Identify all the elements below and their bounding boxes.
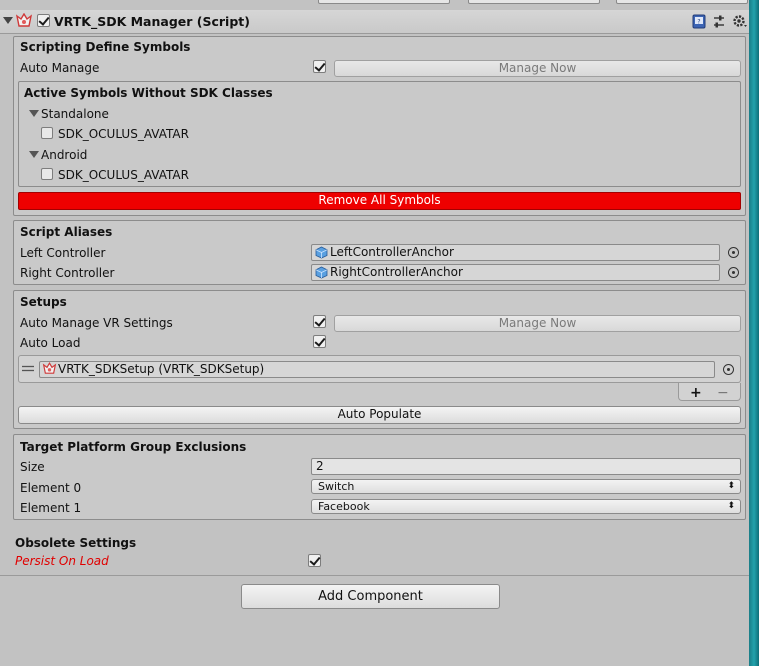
foldout-arrow-icon[interactable]	[29, 151, 39, 158]
transform-row-partial	[0, 0, 749, 8]
right-controller-label: Right Controller	[20, 266, 115, 280]
object-picker-icon[interactable]	[728, 247, 739, 258]
add-component-button[interactable]: Add Component	[241, 584, 500, 609]
platform-standalone-label[interactable]: Standalone	[41, 107, 109, 121]
left-controller-label: Left Controller	[20, 246, 106, 260]
dropdown-arrow-icon: ⬍	[727, 481, 735, 491]
script-aliases-title: Script Aliases	[20, 225, 113, 239]
target-platform-title: Target Platform Group Exclusions	[20, 440, 247, 454]
gear-icon[interactable]	[732, 13, 748, 29]
auto-manage-label: Auto Manage	[20, 61, 100, 75]
dropdown-arrow-icon: ⬍	[727, 501, 735, 511]
component-header[interactable]: VRTK_SDK Manager (Script) ?	[0, 10, 749, 34]
right-controller-value: RightControllerAnchor	[330, 265, 463, 279]
persist-on-load-checkbox[interactable]	[308, 554, 321, 567]
setups-manage-now-button[interactable]: Manage Now	[334, 315, 741, 332]
auto-populate-button[interactable]: Auto Populate	[18, 406, 741, 424]
scripting-define-symbols-title: Scripting Define Symbols	[20, 40, 191, 54]
auto-load-label: Auto Load	[20, 336, 81, 350]
remove-list-item-button[interactable]: −	[717, 386, 729, 400]
sdk-setup-field[interactable]: VRTK_SDKSetup (VRTK_SDKSetup)	[39, 361, 715, 378]
add-list-item-button[interactable]: +	[690, 386, 702, 400]
auto-manage-vr-checkbox[interactable]	[313, 315, 326, 328]
auto-load-checkbox[interactable]	[313, 335, 326, 348]
object-picker-icon[interactable]	[723, 364, 734, 375]
gameobject-cube-icon	[315, 246, 328, 259]
sdk-setup-value: VRTK_SDKSetup (VRTK_SDKSetup)	[58, 362, 265, 376]
setups-title: Setups	[20, 295, 67, 309]
script-icon	[15, 13, 33, 27]
element-0-dropdown[interactable]: Switch ⬍	[311, 479, 741, 494]
transform-field-x[interactable]	[318, 0, 450, 4]
auto-manage-checkbox[interactable]	[313, 60, 326, 73]
scene-view-edge	[749, 0, 759, 666]
element-0-label: Element 0	[20, 481, 82, 495]
foldout-arrow-icon[interactable]	[29, 110, 39, 117]
foldout-arrow-icon[interactable]	[3, 17, 13, 24]
element-1-value: Facebook	[318, 500, 370, 513]
auto-manage-vr-label: Auto Manage VR Settings	[20, 316, 173, 330]
active-symbols-title: Active Symbols Without SDK Classes	[24, 86, 273, 100]
symbol-label-android: SDK_OCULUS_AVATAR	[58, 168, 189, 182]
manage-now-button[interactable]: Manage Now	[334, 60, 741, 77]
left-controller-field[interactable]: LeftControllerAnchor	[311, 244, 720, 261]
component-title: VRTK_SDK Manager (Script)	[54, 14, 250, 29]
component-enabled-checkbox[interactable]	[37, 14, 50, 27]
right-controller-field[interactable]: RightControllerAnchor	[311, 264, 720, 281]
transform-field-y[interactable]	[468, 0, 600, 4]
gameobject-cube-icon	[315, 266, 328, 279]
remove-all-symbols-button[interactable]: Remove All Symbols	[18, 192, 741, 210]
symbol-checkbox-standalone[interactable]	[41, 127, 53, 139]
list-footer	[678, 383, 741, 401]
size-field[interactable]: 2	[311, 458, 741, 475]
symbol-checkbox-android[interactable]	[41, 168, 53, 180]
size-label: Size	[20, 460, 45, 474]
drag-handle-icon[interactable]	[22, 365, 34, 372]
symbol-label-standalone: SDK_OCULUS_AVATAR	[58, 127, 189, 141]
inspector-divider	[0, 575, 749, 576]
persist-on-load-label: Persist On Load	[15, 554, 109, 568]
preset-sliders-icon[interactable]	[712, 14, 726, 29]
script-icon	[42, 362, 57, 374]
element-1-dropdown[interactable]: Facebook ⬍	[311, 499, 741, 514]
element-0-value: Switch	[318, 480, 355, 493]
left-controller-value: LeftControllerAnchor	[330, 245, 454, 259]
element-1-label: Element 1	[20, 501, 82, 515]
platform-android-label[interactable]: Android	[41, 148, 87, 162]
transform-field-z[interactable]	[616, 0, 748, 4]
obsolete-settings-title: Obsolete Settings	[15, 536, 137, 550]
book-help-icon[interactable]: ?	[692, 14, 706, 29]
object-picker-icon[interactable]	[728, 267, 739, 278]
svg-text:?: ?	[697, 19, 700, 26]
